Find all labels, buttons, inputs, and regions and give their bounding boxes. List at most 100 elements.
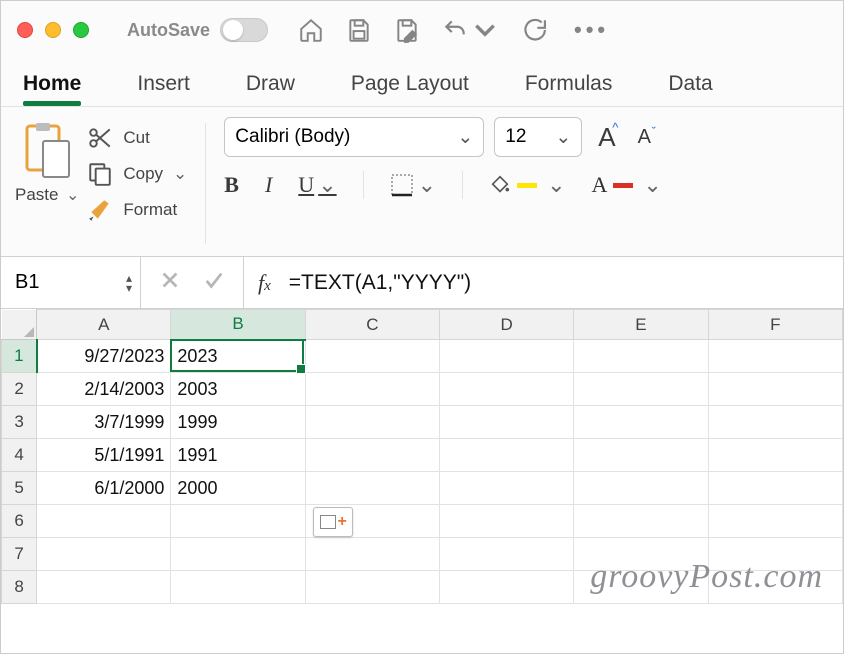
undo-button[interactable] <box>442 17 498 43</box>
cell[interactable] <box>37 505 171 538</box>
cell[interactable] <box>574 406 708 439</box>
row-header[interactable]: 4 <box>2 439 37 472</box>
cell[interactable] <box>574 472 708 505</box>
name-box[interactable]: B1 ▴▾ <box>1 257 141 308</box>
cell[interactable]: 5/1/1991 <box>37 439 171 472</box>
column-header[interactable]: F <box>708 310 842 340</box>
font-name-select[interactable]: Calibri (Body) ⌄ <box>224 117 484 157</box>
minimize-window-button[interactable] <box>45 22 61 38</box>
fill-color-button[interactable]: ⌄ <box>489 172 565 198</box>
cell[interactable]: 3/7/1999 <box>37 406 171 439</box>
column-header[interactable]: E <box>574 310 708 340</box>
maximize-window-button[interactable] <box>73 22 89 38</box>
row-header[interactable]: 7 <box>2 538 37 571</box>
cell[interactable] <box>305 439 439 472</box>
cell[interactable] <box>440 373 574 406</box>
cancel-formula-button[interactable] <box>159 269 181 296</box>
underline-button[interactable]: U⌄ <box>298 172 336 198</box>
tab-home[interactable]: Home <box>23 72 81 106</box>
cell[interactable] <box>708 505 842 538</box>
more-icon[interactable]: ••• <box>574 17 609 43</box>
cell[interactable] <box>440 439 574 472</box>
cell[interactable] <box>305 373 439 406</box>
quick-access-toolbar: ••• <box>298 17 609 43</box>
format-painter-button[interactable]: Format <box>87 197 187 223</box>
column-header[interactable]: A <box>37 310 171 340</box>
cell[interactable] <box>305 472 439 505</box>
tab-insert[interactable]: Insert <box>137 72 190 106</box>
cell[interactable]: 2003 <box>171 373 305 406</box>
autosave-switch[interactable] <box>220 18 268 42</box>
cell[interactable] <box>171 538 305 571</box>
cell[interactable] <box>440 406 574 439</box>
cell[interactable] <box>37 571 171 604</box>
column-header[interactable]: C <box>305 310 439 340</box>
cell[interactable] <box>440 538 574 571</box>
cell[interactable]: 1999 <box>171 406 305 439</box>
cell[interactable] <box>440 505 574 538</box>
paste-button[interactable]: Paste ⌄ <box>15 123 79 205</box>
save-icon[interactable] <box>346 17 372 43</box>
save-edit-icon[interactable] <box>394 17 420 43</box>
cell[interactable] <box>708 472 842 505</box>
bold-button[interactable]: B <box>224 172 239 198</box>
cell[interactable] <box>574 505 708 538</box>
home-icon[interactable] <box>298 17 324 43</box>
chevron-down-icon: ⌄ <box>555 126 571 149</box>
close-window-button[interactable] <box>17 22 33 38</box>
tab-data[interactable]: Data <box>668 72 712 106</box>
enter-formula-button[interactable] <box>203 269 225 296</box>
cell[interactable] <box>305 340 439 373</box>
row-header[interactable]: 2 <box>2 373 37 406</box>
cell[interactable] <box>171 505 305 538</box>
formula-input[interactable]: =TEXT(A1,"YYYY") <box>285 271 843 295</box>
cell[interactable]: 6/1/2000 <box>37 472 171 505</box>
cell[interactable] <box>574 373 708 406</box>
fx-icon[interactable]: fx <box>244 270 285 296</box>
cell[interactable] <box>440 571 574 604</box>
tab-draw[interactable]: Draw <box>246 72 295 106</box>
cell[interactable]: 2023 <box>171 340 305 373</box>
increase-font-button[interactable]: A^ <box>592 122 621 153</box>
cut-button[interactable]: Cut <box>87 125 187 151</box>
cell[interactable]: 2/14/2003 <box>37 373 171 406</box>
cell[interactable] <box>305 571 439 604</box>
font-size-select[interactable]: 12 ⌄ <box>494 117 582 157</box>
spreadsheet-grid[interactable]: ABCDEF 19/27/20232023 22/14/20032003 33/7/1… <box>1 309 843 604</box>
cell[interactable] <box>440 340 574 373</box>
cell[interactable] <box>574 340 708 373</box>
cell[interactable] <box>305 406 439 439</box>
select-all-corner[interactable] <box>2 310 37 340</box>
row-header[interactable]: 3 <box>2 406 37 439</box>
row-header[interactable]: 6 <box>2 505 37 538</box>
italic-button[interactable]: I <box>265 172 272 198</box>
row-header[interactable]: 8 <box>2 571 37 604</box>
cell[interactable]: 2000 <box>171 472 305 505</box>
cell[interactable] <box>708 373 842 406</box>
cell[interactable] <box>305 538 439 571</box>
cell[interactable] <box>708 406 842 439</box>
cell[interactable] <box>37 538 171 571</box>
cell[interactable] <box>574 439 708 472</box>
decrease-font-button[interactable]: Aˇ <box>632 126 657 149</box>
cell[interactable] <box>440 472 574 505</box>
column-header[interactable]: D <box>440 310 574 340</box>
font-color-button[interactable]: A ⌄ <box>592 172 662 198</box>
name-box-stepper[interactable]: ▴▾ <box>126 273 132 293</box>
cell[interactable] <box>171 571 305 604</box>
row-header[interactable]: 1 <box>2 340 37 373</box>
paste-options-button[interactable]: + <box>313 507 353 537</box>
borders-button[interactable]: ⌄ <box>390 172 436 198</box>
chevron-down-icon: ⌄ <box>457 126 473 149</box>
tab-page-layout[interactable]: Page Layout <box>351 72 469 106</box>
tab-formulas[interactable]: Formulas <box>525 72 613 106</box>
cell[interactable] <box>708 439 842 472</box>
cell[interactable]: 1991 <box>171 439 305 472</box>
autosave-toggle[interactable]: AutoSave <box>127 18 268 42</box>
cell[interactable]: 9/27/2023 <box>37 340 171 373</box>
copy-button[interactable]: Copy ⌄ <box>87 161 187 187</box>
column-header[interactable]: B <box>171 310 305 340</box>
redo-button[interactable] <box>520 17 546 43</box>
row-header[interactable]: 5 <box>2 472 37 505</box>
cell[interactable] <box>708 340 842 373</box>
